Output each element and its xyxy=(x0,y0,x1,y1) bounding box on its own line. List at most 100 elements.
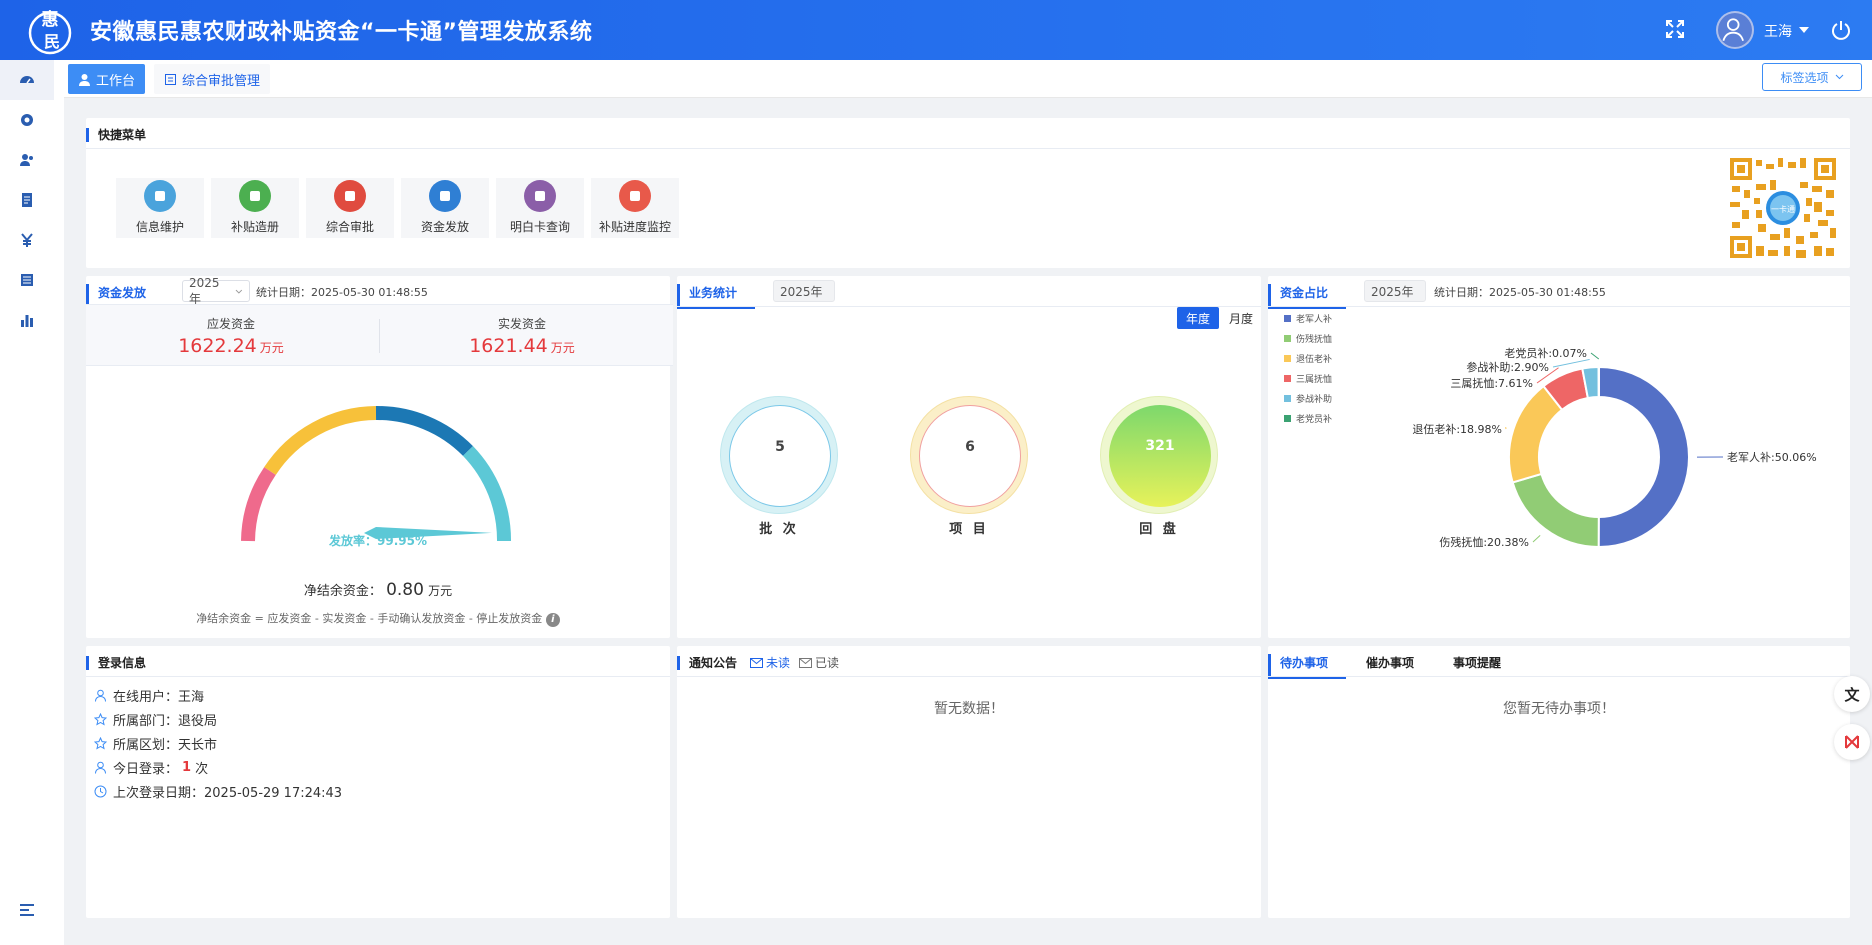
sidebar-item-documents[interactable] xyxy=(0,180,54,220)
tab-read[interactable]: 已读 xyxy=(799,654,839,671)
stat-circle-batch: 5 xyxy=(720,396,838,514)
last-login-text: 上次登录日期：2025-05-29 17:24:43 xyxy=(113,786,343,801)
network-icon xyxy=(1845,735,1859,749)
quick-menu-item[interactable]: 综合审批 xyxy=(306,178,394,238)
fund-ratio-panel: 资金占比 2025年 统计日期：2025-05-30 01:48:55 老军人补… xyxy=(1268,276,1850,638)
due-label: 应发资金 xyxy=(206,317,255,331)
today-count: 1 xyxy=(182,760,192,775)
stat-label: 项 目 xyxy=(949,522,989,537)
stat-date: 统计日期：2025-05-30 01:48:55 xyxy=(1434,286,1606,299)
mail-open-icon xyxy=(799,657,812,668)
fullscreen-icon[interactable] xyxy=(1664,18,1686,40)
business-stats-panel: 业务统计 2025年 年度 月度 5 批 次 6 项 目 321 回 盘 xyxy=(677,276,1261,638)
online-user-text: 在线用户：王海 xyxy=(113,690,205,705)
stat-circle-return: 321 xyxy=(1100,396,1218,514)
region-text: 所属区划：天长市 xyxy=(113,738,218,753)
translate-button[interactable]: 文 xyxy=(1834,676,1870,712)
gear-icon xyxy=(21,114,33,126)
tab-reminder[interactable]: 事项提醒 xyxy=(1453,654,1501,677)
sidebar-item-settings[interactable] xyxy=(0,100,54,140)
year-select[interactable]: 2025年 xyxy=(182,276,250,306)
sidebar-item-list[interactable] xyxy=(0,260,54,300)
net-balance: 净结余资金： 0.80 万元 xyxy=(86,580,670,600)
sidebar-item-funds[interactable] xyxy=(0,220,54,260)
year-value: 2025年 xyxy=(189,275,220,306)
quick-menu-item[interactable]: 补贴进度监控 xyxy=(591,178,679,238)
money-icon xyxy=(429,180,461,212)
issue-rate: 发放率：99.95% xyxy=(329,534,427,548)
tab-workbench[interactable]: 工作台 xyxy=(68,64,146,94)
toggle-month[interactable]: 月度 xyxy=(1221,307,1261,329)
pie-label-line xyxy=(1532,535,1541,543)
tag-options-button[interactable]: 标签选项 xyxy=(1762,63,1862,91)
chevron-down-icon xyxy=(235,289,243,294)
stat-date: 统计日期：2025-05-30 01:48:55 xyxy=(256,286,428,299)
user-icon xyxy=(95,689,106,702)
today-login: 今日登录： 1 次 xyxy=(94,758,208,777)
gauge-segment-pink xyxy=(241,467,276,542)
pie-label: 伤残抚恤:20.38% xyxy=(1439,535,1529,549)
network-button[interactable] xyxy=(1834,724,1870,760)
pie-label: 老党员补:0.07% xyxy=(1504,347,1587,360)
top-header: 惠 民 安徽惠民惠农财政补贴资金“一卡通”管理发放系统 王海 xyxy=(0,0,1872,60)
fund-issue-panel: 资金发放 2025年 统计日期：2025-05-30 01:48:55 应发资金… xyxy=(86,276,673,638)
chevron-down-icon xyxy=(1835,74,1843,80)
empty-message: 您暂无待办事项！ xyxy=(1503,701,1615,717)
svg-text:惠: 惠 xyxy=(42,9,59,30)
pie-label-line xyxy=(1552,358,1590,368)
list-icon xyxy=(21,274,33,286)
quick-menu-item[interactable]: 明白卡查询 xyxy=(496,178,584,238)
monitor-icon xyxy=(619,180,651,212)
due-value: 1622.24 xyxy=(178,335,257,357)
stat-label: 批 次 xyxy=(759,522,799,537)
toggle-year[interactable]: 年度 xyxy=(1177,307,1219,329)
sidebar-collapse[interactable] xyxy=(0,890,54,930)
avatar[interactable] xyxy=(1716,11,1754,49)
pie-slice[interactable] xyxy=(1597,365,1691,548)
sidebar-item-users[interactable] xyxy=(0,140,54,180)
last-login: 上次登录日期：2025-05-29 17:24:43 xyxy=(94,782,342,801)
books-icon xyxy=(239,180,271,212)
quick-menu-label: 补贴进度监控 xyxy=(598,220,671,234)
tab-label: 综合审批管理 xyxy=(182,73,261,89)
panel-title: 快捷菜单 xyxy=(86,128,146,142)
year-select[interactable]: 2025年 xyxy=(1364,280,1426,302)
chevron-down-icon[interactable] xyxy=(1799,27,1809,33)
unread-label: 未读 xyxy=(766,656,791,670)
user-icon xyxy=(95,761,106,774)
stat-value: 321 xyxy=(1145,438,1175,454)
bar-chart-icon xyxy=(21,315,33,327)
due-unit: 万元 xyxy=(259,341,284,355)
quick-menu-item[interactable]: 信息维护 xyxy=(116,178,204,238)
user-name[interactable]: 王海 xyxy=(1764,21,1792,41)
pie-label: 三属抚恤:7.61% xyxy=(1450,376,1533,390)
panel-title: 登录信息 xyxy=(86,656,146,670)
year-select[interactable]: 2025年 xyxy=(773,280,835,302)
pie-label: 退伍老补:18.98% xyxy=(1412,423,1502,436)
empty-message: 暂无数据！ xyxy=(934,701,1004,717)
star-icon xyxy=(94,713,107,726)
yuan-icon xyxy=(21,233,33,247)
quick-menu-item[interactable]: 资金发放 xyxy=(401,178,489,238)
tab-urge[interactable]: 催办事项 xyxy=(1366,654,1414,677)
pie-label: 老军人补:50.06% xyxy=(1727,451,1817,464)
app-title: 安徽惠民惠农财政补贴资金“一卡通”管理发放系统 xyxy=(90,20,593,45)
search-card-icon xyxy=(524,180,556,212)
user-icon xyxy=(1722,18,1744,42)
info-icon[interactable]: i xyxy=(545,613,560,627)
stat-value: 5 xyxy=(775,439,785,455)
star-icon xyxy=(94,737,107,750)
power-icon[interactable] xyxy=(1830,19,1852,41)
paid-fund: 实发资金 1621.44 万元 xyxy=(422,315,622,357)
tab-approval[interactable]: 综合审批管理 xyxy=(154,64,271,94)
tab-unread[interactable]: 未读 xyxy=(750,654,790,671)
paid-unit: 万元 xyxy=(550,341,575,355)
net-label: 净结余资金： xyxy=(303,584,382,599)
sidebar-item-dashboard[interactable] xyxy=(0,60,54,100)
svg-text:民: 民 xyxy=(44,32,60,51)
mail-icon xyxy=(750,657,763,668)
quick-menu-item[interactable]: 补贴造册 xyxy=(211,178,299,238)
pie-label: 参战补助:2.90% xyxy=(1466,360,1549,374)
sidebar-item-stats[interactable] xyxy=(0,300,54,340)
stat-label: 回 盘 xyxy=(1139,522,1179,537)
